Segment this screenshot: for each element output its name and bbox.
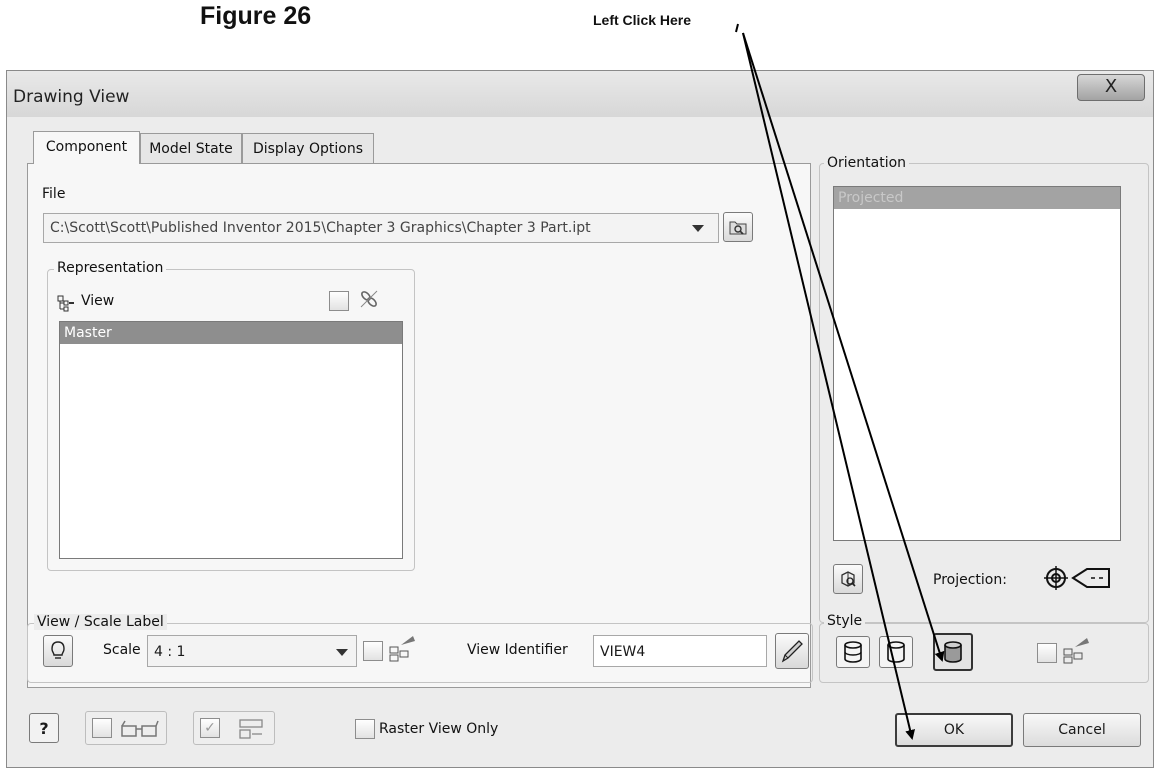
shaded-style-icon bbox=[944, 641, 962, 663]
third-angle-projection-icon[interactable] bbox=[1071, 565, 1111, 591]
callout-label: Left Click Here bbox=[593, 12, 692, 28]
chevron-down-icon bbox=[336, 649, 348, 656]
tab-display-options[interactable]: Display Options bbox=[242, 133, 374, 163]
style-from-base-checkbox[interactable] bbox=[1037, 643, 1057, 663]
edge-checkbox[interactable]: ✓ bbox=[200, 718, 220, 738]
custom-view-button[interactable] bbox=[833, 564, 863, 594]
style-shaded-button[interactable] bbox=[933, 633, 973, 671]
chevron-down-icon bbox=[692, 225, 704, 232]
folder-search-icon bbox=[729, 221, 747, 235]
representation-list[interactable]: Master bbox=[59, 321, 403, 559]
view-label: View bbox=[81, 293, 115, 309]
scale-from-base-checkbox[interactable] bbox=[363, 641, 383, 661]
view-identifier-label: View Identifier bbox=[467, 642, 568, 658]
style-from-base-icon bbox=[1063, 638, 1089, 664]
dialog-titlebar: Drawing View X bbox=[7, 71, 1153, 117]
help-button[interactable]: ? bbox=[29, 713, 59, 743]
glasses-icon bbox=[121, 720, 159, 737]
list-item[interactable]: Master bbox=[60, 322, 402, 344]
tab-component[interactable]: Component bbox=[33, 131, 140, 164]
custom-view-icon bbox=[841, 571, 856, 587]
file-label: File bbox=[42, 186, 66, 202]
style-title: Style bbox=[824, 613, 866, 629]
bulb-icon bbox=[51, 641, 65, 659]
file-path-value: C:\Scott\Scott\Published Inventor 2015\C… bbox=[50, 220, 591, 236]
scale-label: Scale bbox=[103, 642, 141, 658]
hidden-line-style-icon bbox=[844, 641, 862, 663]
orientation-list[interactable]: Projected bbox=[833, 186, 1121, 541]
preview-checkbox[interactable] bbox=[92, 718, 112, 738]
style-hidden-line-button[interactable] bbox=[836, 636, 870, 668]
scale-from-base-icon bbox=[389, 636, 415, 662]
cancel-button[interactable]: Cancel bbox=[1023, 713, 1141, 747]
edit-view-label-button[interactable] bbox=[775, 633, 809, 669]
representation-title: Representation bbox=[54, 260, 167, 276]
pencil-icon bbox=[781, 640, 803, 663]
associative-chain-icon bbox=[360, 290, 378, 308]
projection-label: Projection: bbox=[933, 572, 1007, 588]
view-identifier-input[interactable]: VIEW4 bbox=[593, 635, 767, 667]
list-item[interactable]: Projected bbox=[834, 187, 1120, 209]
scale-value: 4 : 1 bbox=[154, 644, 186, 660]
preview-group bbox=[85, 711, 167, 745]
edge-options-group: ✓ bbox=[193, 711, 275, 745]
drawing-view-dialog: Drawing View X Component Model State Dis… bbox=[6, 70, 1154, 768]
toggle-label-visibility-button[interactable] bbox=[43, 635, 73, 667]
view-identifier-value: VIEW4 bbox=[600, 644, 646, 660]
orientation-title: Orientation bbox=[824, 155, 910, 171]
dialog-title: Drawing View bbox=[13, 87, 130, 107]
associative-checkbox[interactable] bbox=[329, 291, 349, 311]
browse-file-button[interactable] bbox=[723, 212, 753, 242]
callout-leader bbox=[735, 23, 739, 33]
raster-view-only-checkbox[interactable] bbox=[355, 719, 375, 739]
ok-button[interactable]: OK bbox=[895, 713, 1013, 747]
first-angle-projection-icon[interactable] bbox=[1043, 565, 1069, 591]
view-scale-label-title: View / Scale Label bbox=[34, 614, 167, 630]
close-button[interactable]: X bbox=[1077, 74, 1145, 101]
raster-view-only-label: Raster View Only bbox=[379, 721, 499, 737]
view-tree-icon bbox=[57, 295, 74, 312]
tab-model-state[interactable]: Model State bbox=[140, 133, 242, 163]
edge-layout-icon bbox=[239, 719, 263, 739]
hidden-line-removed-style-icon bbox=[887, 641, 905, 663]
help-icon: ? bbox=[39, 718, 49, 738]
style-hidden-line-removed-button[interactable] bbox=[879, 636, 913, 668]
scale-combobox[interactable]: 4 : 1 bbox=[147, 635, 357, 667]
figure-title: Figure 26 bbox=[200, 2, 312, 30]
file-combobox[interactable]: C:\Scott\Scott\Published Inventor 2015\C… bbox=[43, 213, 719, 243]
